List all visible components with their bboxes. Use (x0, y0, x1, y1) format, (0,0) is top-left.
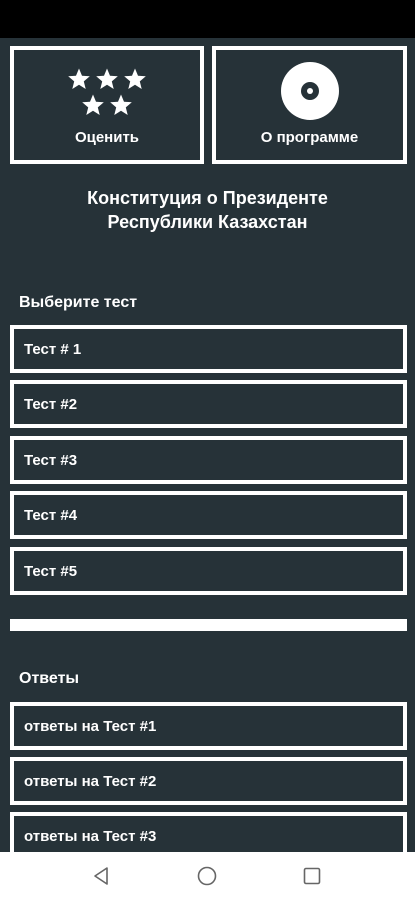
answers-section-label: Ответы (19, 670, 80, 687)
answers-test-2-button[interactable]: ответы на Тест #2 (10, 757, 407, 805)
test-1-button[interactable]: Тест # 1 (10, 325, 407, 373)
test-2-button[interactable]: Тест #2 (10, 380, 407, 428)
tests-section-label: Выберите тест (19, 294, 138, 311)
status-bar (0, 0, 415, 38)
test-4-button[interactable]: Тест #4 (10, 491, 407, 539)
page-title-line-1: Конституция о Президенте (87, 188, 328, 208)
rate-button[interactable]: Оценить (10, 46, 204, 164)
star-icon (110, 94, 132, 115)
about-label: О программе (260, 129, 359, 146)
star-icon (82, 94, 104, 115)
about-button[interactable]: О программе (212, 46, 407, 164)
star-icon (124, 68, 146, 89)
top-buttons-row: Оценить О программе (10, 46, 407, 164)
rate-stars (67, 67, 147, 117)
home-circle-icon[interactable] (197, 866, 217, 886)
page-title-line-2: Республики Казахстан (107, 212, 308, 232)
answers-test-1-button[interactable]: ответы на Тест #1 (10, 702, 407, 750)
section-divider (10, 619, 407, 631)
star-icon (96, 68, 118, 89)
main-content: Оценить О программе Конституция о Презид… (0, 38, 415, 852)
recents-square-icon[interactable] (302, 866, 322, 886)
rate-label: Оценить (74, 129, 140, 146)
test-3-button[interactable]: Тест #3 (10, 436, 407, 484)
star-icon (68, 68, 90, 89)
system-navigation-bar (0, 852, 415, 900)
disc-icon (280, 62, 339, 120)
answers-test-3-button[interactable]: ответы на Тест #3 (10, 812, 407, 852)
page-title: Конституция о Президенте Республики Каза… (0, 186, 415, 234)
back-triangle-icon[interactable] (91, 866, 111, 886)
test-5-button[interactable]: Тест #5 (10, 547, 407, 595)
